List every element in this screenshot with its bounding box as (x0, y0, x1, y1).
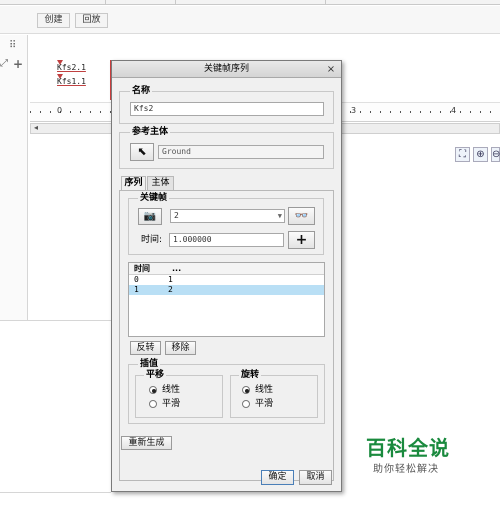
cancel-button[interactable]: 取消 (299, 470, 332, 485)
camera-icon: 📷 (143, 211, 157, 222)
rotation-linear-label[interactable]: 线性 (255, 385, 273, 395)
glasses-icon: 👓 (294, 209, 309, 222)
playback-button[interactable]: 回放 (75, 13, 108, 28)
column-header-dots[interactable]: ... (172, 263, 181, 274)
add-keyframe-button[interactable]: + (288, 231, 315, 249)
name-field[interactable]: Kfs2 (130, 102, 324, 116)
ruler-tick: 0 (57, 106, 63, 115)
time-field[interactable]: 1.000000 (169, 233, 284, 247)
translation-group (135, 375, 223, 418)
zoom-fit-icon[interactable]: ⛶ (455, 147, 470, 162)
table-row-selected[interactable]: 1 2 (129, 285, 324, 295)
create-button[interactable]: 创建 (37, 13, 70, 28)
tab-sequence[interactable]: 序列 (121, 176, 146, 190)
translation-label: 平移 (144, 369, 167, 381)
ruler-tick: 4 (451, 106, 457, 115)
divider (0, 320, 111, 321)
pin-icon[interactable]: ⤢ (0, 58, 8, 69)
ok-button[interactable]: 确定 (261, 470, 294, 485)
chevron-down-icon[interactable]: ▼ (278, 210, 282, 222)
top-divider (175, 0, 176, 5)
close-icon[interactable]: × (325, 61, 337, 78)
translation-linear-label[interactable]: 线性 (162, 385, 180, 395)
row-time: 1 (134, 285, 139, 294)
add-icon[interactable]: + (13, 57, 23, 71)
zoom-out-icon[interactable]: ⊖ (491, 147, 500, 162)
left-pane (0, 35, 28, 320)
tree-item-kfs2[interactable]: Kfs2.1 (57, 63, 86, 72)
reference-field[interactable]: Ground (158, 145, 324, 159)
ruler-tick: 3 (351, 106, 357, 115)
scroll-left-icon[interactable]: ◂ (34, 123, 38, 132)
watermark-logo: 百科全说 (366, 436, 450, 460)
keyframe-label: 关键帧 (138, 192, 170, 204)
grid-icon[interactable]: ⠿ (9, 40, 16, 51)
translation-smooth-label[interactable]: 平滑 (162, 399, 180, 409)
row-time: 0 (134, 275, 139, 284)
top-divider (105, 0, 106, 5)
snapshot-button[interactable]: 📷 (138, 208, 162, 225)
rotation-group (230, 375, 318, 418)
name-label: 名称 (130, 85, 153, 97)
translation-smooth-radio[interactable] (149, 400, 157, 408)
dialog-title[interactable]: 关键帧序列 (112, 61, 341, 78)
rotation-linear-radio[interactable] (242, 386, 250, 394)
row-frame: 2 (168, 285, 173, 294)
keyframe-sequence-dialog: 关键帧序列 × 名称 Kfs2 参考主体 ⬉ Ground 序列 主体 关键帧 … (111, 60, 342, 492)
tab-main-body[interactable]: 主体 (147, 176, 174, 190)
select-pointer-button[interactable]: ⬉ (130, 143, 154, 161)
regenerate-button[interactable]: 重新生成 (121, 436, 172, 450)
view-keyframe-button[interactable]: 👓 (288, 207, 315, 225)
keyframe-select[interactable]: 2 ▼ (170, 209, 285, 223)
plus-icon: + (295, 232, 308, 248)
rotation-label: 旋转 (239, 369, 262, 381)
reverse-button[interactable]: 反转 (130, 341, 161, 355)
remove-button[interactable]: 移除 (165, 341, 196, 355)
zoom-in-icon[interactable]: ⊕ (473, 147, 488, 162)
table-row[interactable]: 0 1 (129, 275, 324, 285)
reference-label: 参考主体 (130, 126, 171, 138)
tree-item-kfs1[interactable]: Kfs1.1 (57, 77, 86, 86)
keyframe-table[interactable]: 时间 ... 0 1 1 2 (128, 262, 325, 337)
keyframe-select-value: 2 (174, 211, 179, 220)
cursor-icon: ⬉ (137, 145, 147, 158)
time-label: 时间: (141, 235, 163, 245)
translation-linear-radio[interactable] (149, 386, 157, 394)
table-header: 时间 ... (129, 263, 324, 275)
column-header-time[interactable]: 时间 (134, 263, 150, 274)
top-divider (325, 0, 326, 5)
rotation-smooth-label[interactable]: 平滑 (255, 399, 273, 409)
top-strip (0, 0, 500, 5)
divider (0, 492, 111, 493)
row-frame: 1 (168, 275, 173, 284)
rotation-smooth-radio[interactable] (242, 400, 250, 408)
watermark-subtitle: 助你轻松解决 (373, 464, 439, 475)
